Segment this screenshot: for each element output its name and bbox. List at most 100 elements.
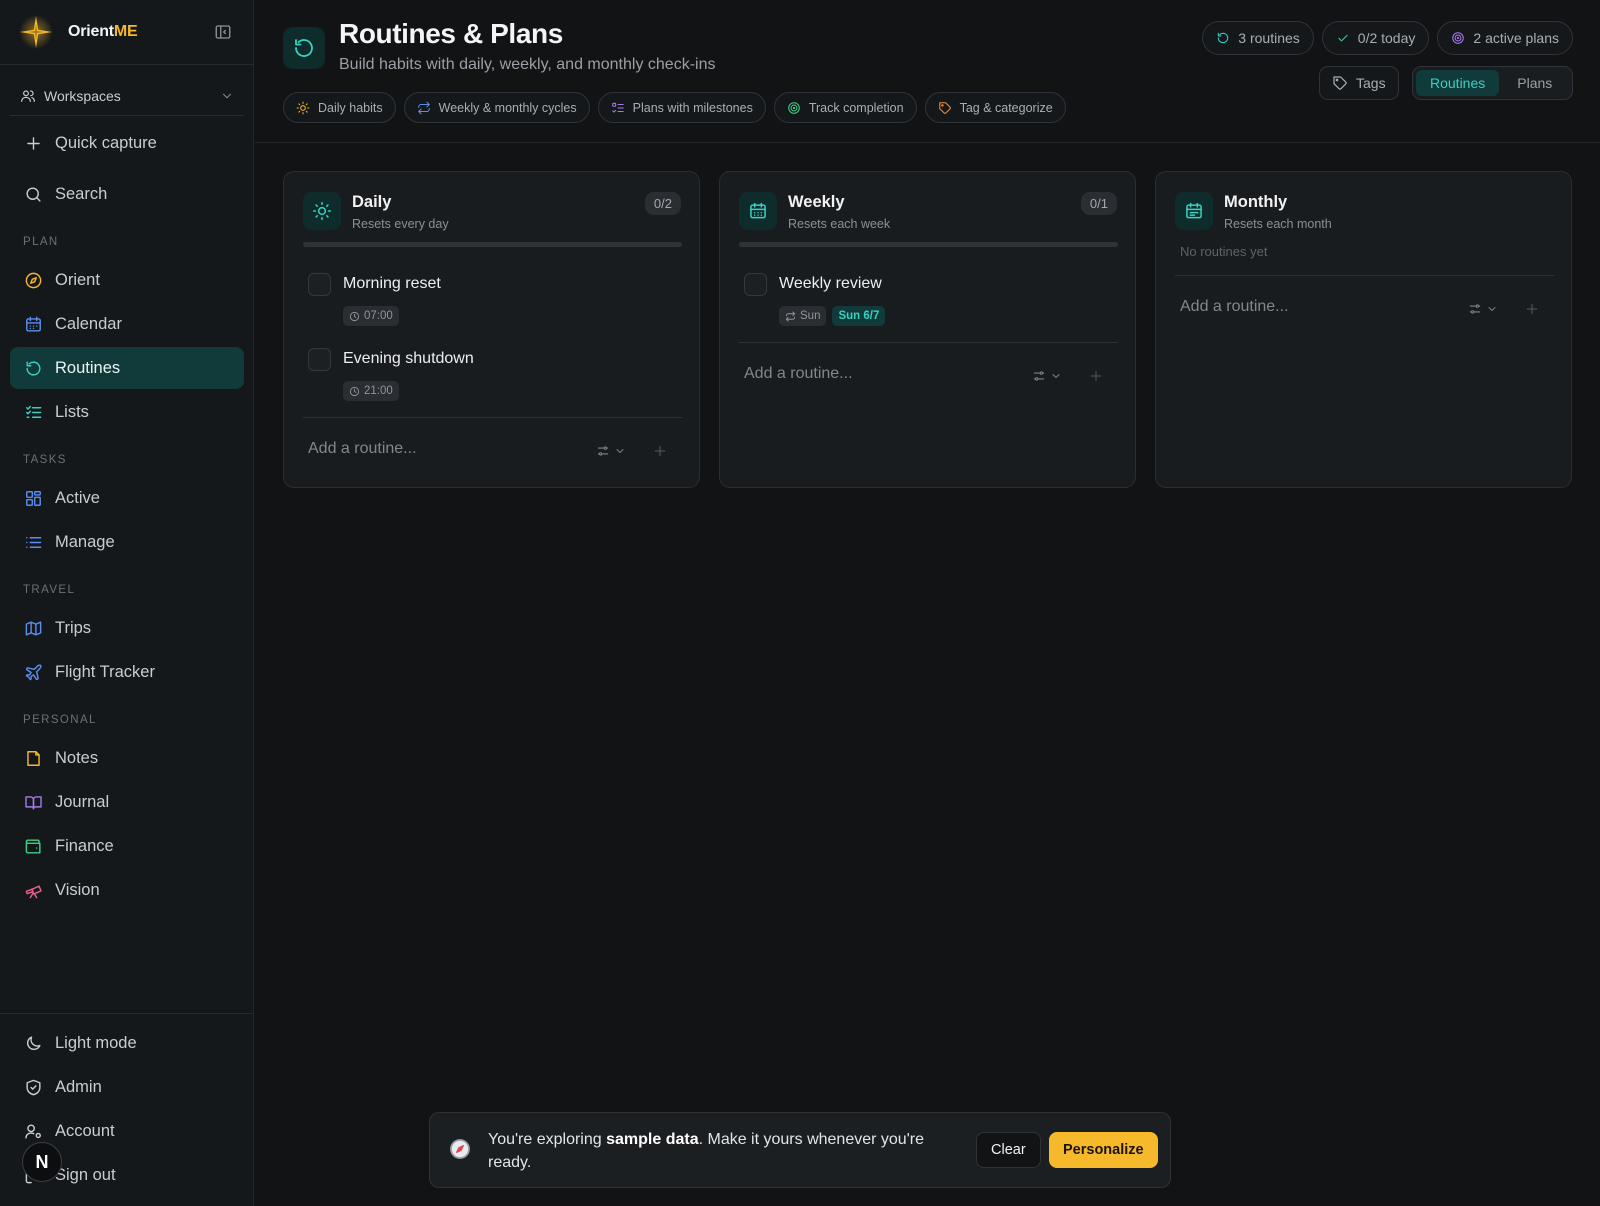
completion-count: 0/1	[1080, 192, 1117, 215]
banner-message: You're exploring sample data. Make it yo…	[488, 1131, 924, 1171]
routine-title[interactable]: Morning reset	[343, 275, 441, 293]
plus-icon	[654, 445, 666, 457]
page-title: Routines & Plans	[339, 18, 563, 49]
brand[interactable]: OrientME	[18, 14, 138, 50]
tag-icon	[938, 101, 951, 114]
chip-tag-categorize: Tag & categorize	[924, 92, 1066, 123]
stat-today-progress: 0/2 today	[1321, 21, 1430, 55]
plus-icon	[1090, 370, 1102, 382]
book-open-icon	[25, 795, 42, 810]
time-badge: 21:00	[343, 381, 399, 401]
card-subtitle: Resets each month	[1224, 217, 1332, 231]
routine-meta: 07:00	[343, 306, 399, 326]
routine-column-weekly: Weekly Resets each week 0/1 Weekly revie…	[719, 171, 1136, 488]
add-routine-input[interactable]: Add a routine...	[308, 440, 417, 458]
routine-checkbox[interactable]	[744, 273, 767, 296]
routine-title[interactable]: Evening shutdown	[343, 350, 474, 368]
add-routine-row: Add a routine...	[1180, 298, 1550, 322]
compass-glyph	[450, 1139, 470, 1159]
sidebar-item-trips[interactable]: Trips	[10, 607, 244, 649]
clock-icon	[349, 311, 360, 321]
section-label-travel: TRAVEL	[23, 584, 76, 596]
workspaces-label: Workspaces	[44, 87, 121, 104]
chip-track-completion: Track completion	[773, 92, 917, 123]
sidebar-item-orient[interactable]: Orient	[10, 259, 244, 301]
stat-routines-count: 3 routines	[1202, 21, 1314, 55]
target-icon	[788, 101, 800, 114]
checklist-icon	[611, 102, 624, 113]
user-cog-icon	[25, 1123, 41, 1139]
add-routine-button[interactable]	[652, 443, 668, 459]
sun-icon	[312, 201, 332, 221]
sliders-icon	[1033, 371, 1045, 381]
add-routine-button[interactable]	[1524, 301, 1540, 317]
compass-icon	[25, 272, 42, 288]
clear-sample-data-button[interactable]: Clear	[976, 1132, 1041, 1168]
card-title: Daily	[352, 193, 392, 211]
sidebar-item-finance[interactable]: Finance	[10, 825, 244, 867]
map-icon	[25, 620, 42, 636]
chip-daily-habits: Daily habits	[283, 92, 396, 123]
search-icon	[26, 186, 41, 202]
sliders-icon	[597, 446, 609, 456]
routine-options-button[interactable]	[596, 444, 626, 458]
add-routine-button[interactable]	[1088, 368, 1104, 384]
quick-capture-button[interactable]: Quick capture	[10, 122, 244, 164]
add-routine-input[interactable]: Add a routine...	[744, 365, 853, 383]
routine-meta: 21:00	[343, 381, 399, 401]
sidebar-item-vision[interactable]: Vision	[10, 869, 244, 911]
routine-options-button[interactable]	[1032, 369, 1062, 383]
users-icon	[21, 89, 35, 102]
sun-icon	[296, 101, 310, 114]
refresh-icon	[295, 39, 313, 57]
workspaces-dropdown[interactable]: Workspaces	[10, 76, 244, 116]
light-mode-toggle[interactable]: Light mode	[10, 1022, 244, 1064]
sidebar-item-manage[interactable]: Manage	[10, 521, 244, 563]
section-label-tasks: TASKS	[23, 454, 67, 466]
tab-routines[interactable]: Routines	[1416, 70, 1500, 96]
card-subtitle: Resets every day	[352, 217, 449, 231]
personalize-button[interactable]: Personalize	[1049, 1132, 1158, 1168]
add-routine-input[interactable]: Add a routine...	[1180, 298, 1289, 316]
progress-bar	[739, 242, 1118, 247]
sidebar-divider	[0, 64, 254, 65]
card-icon	[739, 192, 777, 230]
sidebar-item-lists[interactable]: Lists	[10, 391, 244, 433]
sidebar-footer-divider	[0, 1013, 254, 1014]
refresh-icon	[26, 360, 41, 376]
routine-checkbox[interactable]	[308, 273, 331, 296]
sidebar-item-notes[interactable]: Notes	[10, 737, 244, 779]
note-icon	[27, 750, 40, 766]
sidebar-collapse-icon	[215, 25, 231, 39]
search-button[interactable]: Search	[10, 173, 244, 215]
calendar-icon	[26, 316, 41, 332]
grid-icon	[26, 490, 41, 506]
sidebar-item-calendar[interactable]: Calendar	[10, 303, 244, 345]
checklist-icon	[26, 405, 42, 418]
sidebar-item-admin[interactable]: Admin	[10, 1066, 244, 1108]
card-title: Monthly	[1224, 193, 1288, 211]
routine-checkbox[interactable]	[308, 348, 331, 371]
tab-plans[interactable]: Plans	[1503, 70, 1566, 96]
routine-options-button[interactable]	[1468, 302, 1498, 316]
sidebar-item-flight-tracker[interactable]: Flight Tracker	[10, 651, 244, 693]
routine-meta: Sun Sun 6/7	[779, 306, 886, 326]
sidebar-item-active[interactable]: Active	[10, 477, 244, 519]
tags-button[interactable]: Tags	[1319, 66, 1399, 100]
routine-column-daily: Daily Resets every day 0/2 Morning reset…	[283, 171, 700, 488]
header-stats: 3 routines 0/2 today 2 active plans	[1202, 21, 1573, 55]
plus-icon	[1526, 303, 1538, 315]
compass-star-logo-icon	[19, 15, 53, 49]
collapse-sidebar-button[interactable]	[214, 23, 232, 41]
telescope-icon	[25, 884, 42, 898]
header-divider	[255, 142, 1600, 143]
dev-tools-badge[interactable]: N	[22, 1142, 62, 1182]
feature-chips: Daily habits Weekly & monthly cycles Pla…	[283, 92, 1066, 123]
shield-check-icon	[26, 1079, 41, 1095]
tag-icon	[1333, 76, 1347, 90]
card-divider	[1175, 275, 1554, 276]
routine-title[interactable]: Weekly review	[779, 275, 882, 293]
sidebar-item-journal[interactable]: Journal	[10, 781, 244, 823]
section-label-plan: PLAN	[23, 236, 59, 248]
sidebar-item-routines[interactable]: Routines	[10, 347, 244, 389]
